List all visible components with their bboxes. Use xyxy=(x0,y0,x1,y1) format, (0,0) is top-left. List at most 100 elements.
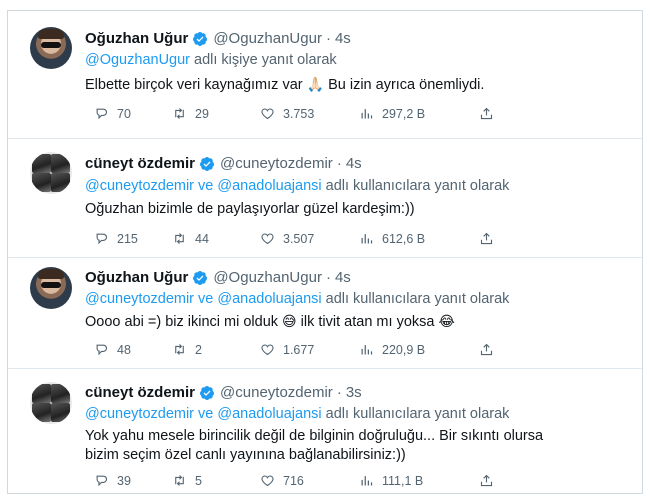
tears-of-joy-emoji: 😂 xyxy=(438,313,455,329)
share-icon xyxy=(480,474,493,487)
author-handle[interactable]: @OguzhanUgur xyxy=(213,30,322,47)
reply-joiner: ve xyxy=(194,178,218,194)
separator-dot: · xyxy=(325,269,331,286)
share-button[interactable] xyxy=(479,342,502,357)
share-button[interactable] xyxy=(479,106,502,121)
tweet-text: Yok yahu mesele birincilik değil de bilg… xyxy=(85,427,555,465)
like-button[interactable]: 3.507 xyxy=(260,231,314,246)
retweet-icon xyxy=(175,344,184,355)
author-name[interactable]: Oğuzhan Uğur xyxy=(85,30,188,47)
tweet-header: cüneyt özdemir @cuneytozdemir · 4s xyxy=(85,155,362,172)
views-icon xyxy=(361,476,373,486)
views-icon xyxy=(361,345,373,355)
retweet-icon xyxy=(175,108,184,119)
tweet-3[interactable]: Oğuzhan Uğur @OguzhanUgur · 4s @cuneytoz… xyxy=(8,258,642,369)
reply-icon xyxy=(96,233,107,245)
separator-dot: · xyxy=(336,155,342,172)
retweet-count: 5 xyxy=(195,473,202,488)
like-count: 3.753 xyxy=(283,106,315,121)
tweet-text-part: ilk tivit atan mı yoksa xyxy=(296,314,439,330)
like-count: 1.677 xyxy=(283,342,315,357)
avatar[interactable] xyxy=(30,267,72,309)
like-button[interactable]: 3.753 xyxy=(260,106,314,121)
separator-dot: · xyxy=(325,30,331,47)
reply-icon xyxy=(96,108,107,120)
tweet-text: Oğuzhan bizimle de paylaşıyorlar güzel k… xyxy=(85,200,585,219)
timestamp[interactable]: 4s xyxy=(346,155,362,172)
mention-link[interactable]: @cuneytozdemir xyxy=(85,406,194,422)
author-handle[interactable]: @OguzhanUgur xyxy=(213,269,322,286)
retweet-icon xyxy=(175,475,184,486)
tweet-text-part: Elbette birçok veri kaynağımız var xyxy=(85,77,307,93)
share-icon xyxy=(480,107,493,120)
timestamp[interactable]: 4s xyxy=(335,30,351,47)
author-name[interactable]: cüneyt özdemir xyxy=(85,384,195,401)
retweet-button[interactable]: 5 xyxy=(172,473,202,488)
tweet-actions: 215 44 3.507 612,6 B xyxy=(94,231,514,249)
share-button[interactable] xyxy=(479,231,502,246)
tweet-header: cüneyt özdemir @cuneytozdemir · 3s xyxy=(85,384,362,401)
reply-button[interactable]: 70 xyxy=(94,106,131,121)
tweet-actions: 48 2 1.677 220,9 B xyxy=(94,342,514,360)
timestamp[interactable]: 3s xyxy=(346,384,362,401)
retweet-count: 29 xyxy=(195,106,209,121)
views-button[interactable]: 612,6 B xyxy=(359,231,425,246)
reply-context-suffix: adlı kullanıcılara yanıt olarak xyxy=(321,406,510,422)
tweet-text: Elbette birçok veri kaynağımız var 🙏🏻 Bu… xyxy=(85,75,585,95)
folded-hands-emoji: 🙏🏻 xyxy=(306,76,325,92)
tweet-text-part: Bu izin ayrıca önemliydi. xyxy=(324,77,485,93)
author-handle[interactable]: @cuneytozdemir xyxy=(220,384,333,401)
views-icon xyxy=(361,109,373,119)
sweat-smile-emoji: 😅 xyxy=(282,313,297,329)
heart-icon xyxy=(261,344,274,356)
mention-link[interactable]: @cuneytozdemir xyxy=(85,178,194,194)
like-button[interactable]: 1.677 xyxy=(260,342,314,357)
heart-icon xyxy=(261,108,274,120)
mention-link[interactable]: @cuneytozdemir xyxy=(85,291,194,307)
verified-badge-icon xyxy=(200,156,215,171)
author-name[interactable]: Oğuzhan Uğur xyxy=(85,269,188,286)
reply-button[interactable]: 215 xyxy=(94,231,138,246)
like-count: 3.507 xyxy=(283,231,315,246)
tweet-2[interactable]: cüneyt özdemir @cuneytozdemir · 4s @cune… xyxy=(8,139,642,258)
tweet-text-part: Oğuzhan bizimle de paylaşıyorlar güzel k… xyxy=(85,201,415,217)
avatar[interactable] xyxy=(30,152,72,194)
reply-button[interactable]: 48 xyxy=(94,342,131,357)
tweet-4[interactable]: cüneyt özdemir @cuneytozdemir · 3s @cune… xyxy=(8,369,642,493)
reply-count: 48 xyxy=(117,342,131,357)
reply-context-suffix: adlı kullanıcılara yanıt olarak xyxy=(321,178,510,194)
reply-icon xyxy=(96,475,107,487)
author-name[interactable]: cüneyt özdemir xyxy=(85,155,195,172)
mention-link[interactable]: @anadoluajansi xyxy=(217,178,321,194)
avatar[interactable] xyxy=(30,27,72,69)
tweet-text-part: Oooo abi =) biz ikinci mi olduk xyxy=(85,314,283,330)
avatar[interactable] xyxy=(30,382,72,424)
tweet-header: Oğuzhan Uğur @OguzhanUgur · 4s xyxy=(85,30,351,47)
views-button[interactable]: 220,9 B xyxy=(359,342,425,357)
reply-context-suffix: adlı kullanıcılara yanıt olarak xyxy=(321,291,510,307)
reply-count: 39 xyxy=(117,473,131,488)
tweet-actions: 39 5 716 111,1 B xyxy=(94,473,514,491)
view-count: 111,1 B xyxy=(382,473,424,488)
retweet-icon xyxy=(175,233,184,244)
mention-link[interactable]: @anadoluajansi xyxy=(217,291,321,307)
share-button[interactable] xyxy=(479,473,502,488)
verified-badge-icon xyxy=(193,31,208,46)
reply-context: @cuneytozdemir ve @anadoluajansi adlı ku… xyxy=(85,406,509,422)
retweet-button[interactable]: 29 xyxy=(172,106,209,121)
retweet-button[interactable]: 44 xyxy=(172,231,209,246)
reply-button[interactable]: 39 xyxy=(94,473,131,488)
tweet-text: Oooo abi =) biz ikinci mi olduk 😅 ilk ti… xyxy=(85,312,585,332)
reply-context: @OguzhanUgur adlı kişiye yanıt olarak xyxy=(85,52,337,68)
like-count: 716 xyxy=(283,473,304,488)
mention-link[interactable]: @OguzhanUgur xyxy=(85,52,190,68)
mention-link[interactable]: @anadoluajansi xyxy=(217,406,321,422)
like-button[interactable]: 716 xyxy=(260,473,304,488)
tweet-1[interactable]: Oğuzhan Uğur @OguzhanUgur · 4s @OguzhanU… xyxy=(8,11,642,139)
timestamp[interactable]: 4s xyxy=(335,269,351,286)
author-handle[interactable]: @cuneytozdemir xyxy=(220,155,333,172)
views-button[interactable]: 111,1 B xyxy=(359,473,423,488)
retweet-button[interactable]: 2 xyxy=(172,342,202,357)
views-button[interactable]: 297,2 B xyxy=(359,106,425,121)
heart-icon xyxy=(261,475,274,487)
